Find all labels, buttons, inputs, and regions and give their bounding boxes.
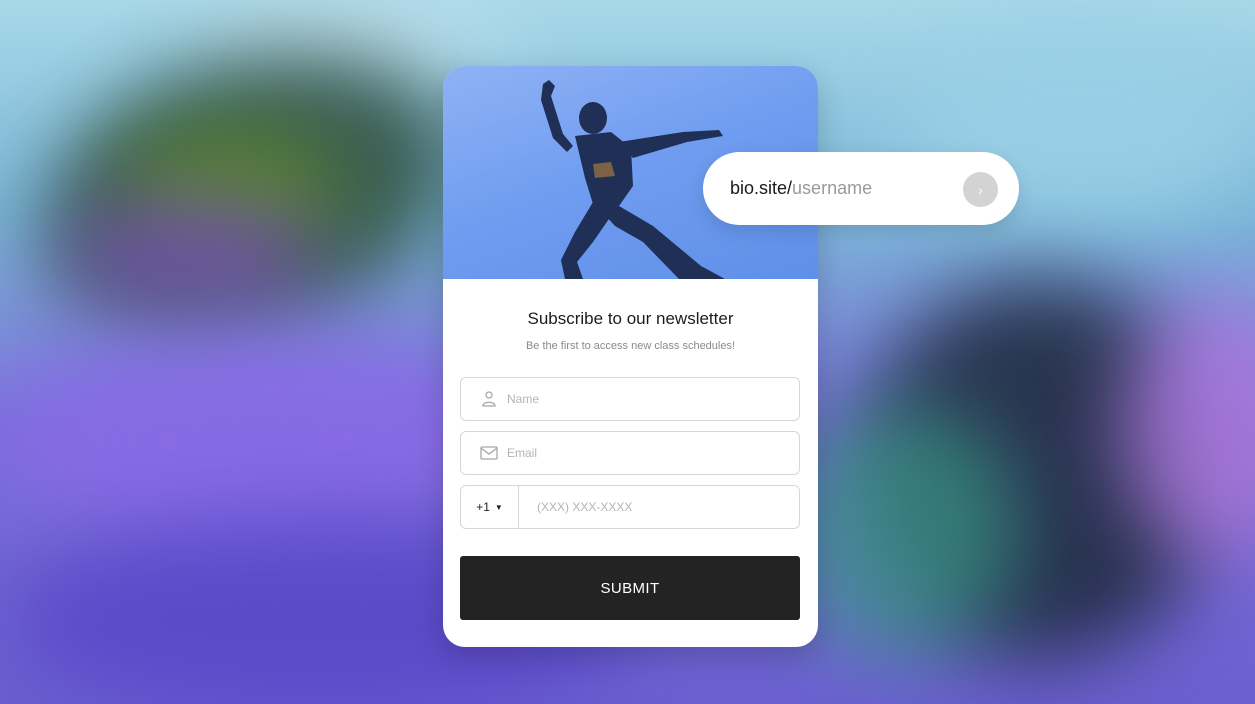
bio-domain: bio.site/ bbox=[730, 178, 793, 198]
chevron-right-icon[interactable]: › bbox=[963, 172, 998, 207]
name-placeholder: Name bbox=[507, 392, 540, 406]
user-icon bbox=[482, 391, 496, 407]
phone-field: +1 ▼ (XXX) XXX-XXXX bbox=[460, 485, 800, 529]
submit-button[interactable]: SUBMIT bbox=[460, 556, 800, 620]
name-field[interactable]: Name bbox=[460, 377, 800, 421]
form-title: Subscribe to our newsletter bbox=[527, 309, 734, 328]
form-subtitle: Be the first to access new class schedul… bbox=[525, 340, 736, 352]
phone-input[interactable]: (XXX) XXX-XXXX bbox=[537, 500, 632, 514]
country-code-select[interactable]: +1 ▼ bbox=[461, 486, 519, 528]
username-placeholder: username bbox=[792, 178, 873, 198]
email-field[interactable]: Email bbox=[460, 431, 800, 475]
bio-link-input[interactable]: bio.site/username › bbox=[703, 152, 1019, 225]
caret-down-icon: ▼ bbox=[494, 502, 503, 512]
email-placeholder: Email bbox=[507, 446, 538, 460]
envelope-icon bbox=[480, 446, 498, 460]
country-code-value: +1 bbox=[476, 500, 490, 514]
